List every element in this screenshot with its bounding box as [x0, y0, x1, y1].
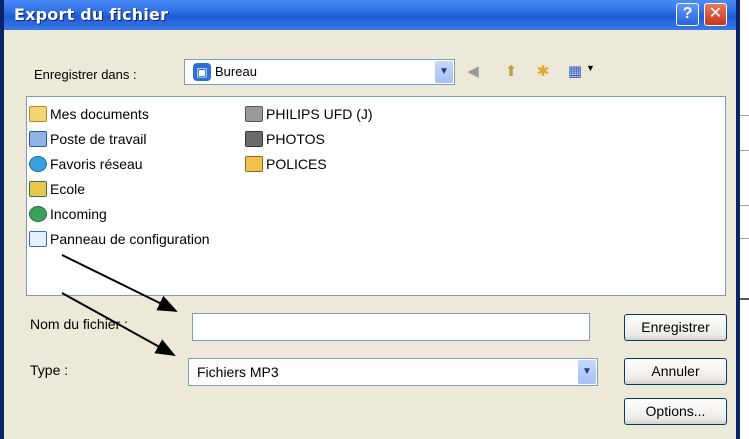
annotation-arrows	[61, 254, 178, 356]
